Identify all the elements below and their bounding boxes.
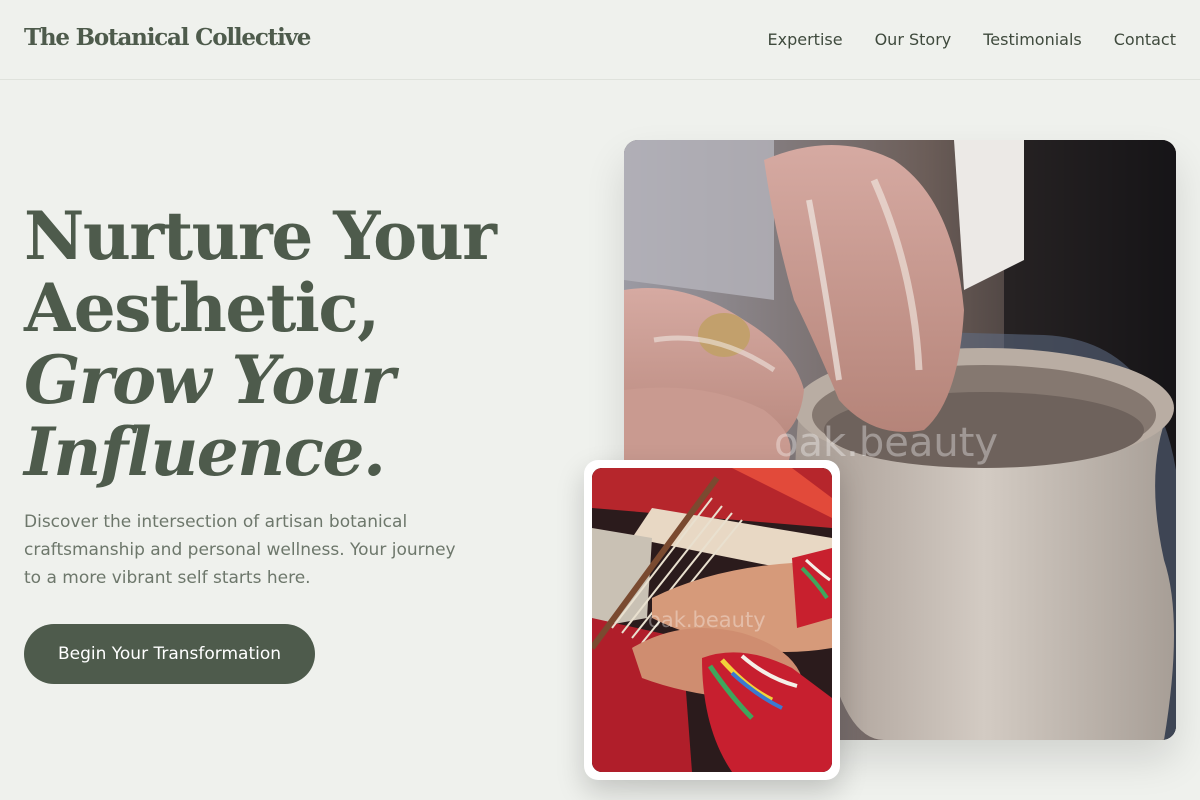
brand-logo[interactable]: The Botanical Collective <box>24 24 311 51</box>
small-photo-watermark: oak.beauty <box>648 608 766 632</box>
site-header: The Botanical Collective Expertise Our S… <box>0 0 1200 80</box>
nav-expertise[interactable]: Expertise <box>768 30 843 49</box>
headline-line-3: Grow Your <box>24 341 395 419</box>
headline-line-1: Nurture Your <box>24 197 497 275</box>
headline-line-4: Influence. <box>24 413 386 491</box>
headline-line-2: Aesthetic, <box>24 269 380 347</box>
nav-testimonials[interactable]: Testimonials <box>983 30 1082 49</box>
nav-contact[interactable]: Contact <box>1114 30 1176 49</box>
weaving-photo-card: oak.beauty <box>584 460 840 780</box>
weaving-photo: oak.beauty <box>592 468 832 772</box>
nav-our-story[interactable]: Our Story <box>875 30 952 49</box>
hero-headline: Nurture Your Aesthetic, Grow Your Influe… <box>24 197 497 491</box>
main-nav: Expertise Our Story Testimonials Contact <box>768 30 1176 49</box>
hero-description: Discover the intersection of artisan bot… <box>24 512 456 588</box>
begin-transformation-button[interactable]: Begin Your Transformation <box>24 624 315 684</box>
